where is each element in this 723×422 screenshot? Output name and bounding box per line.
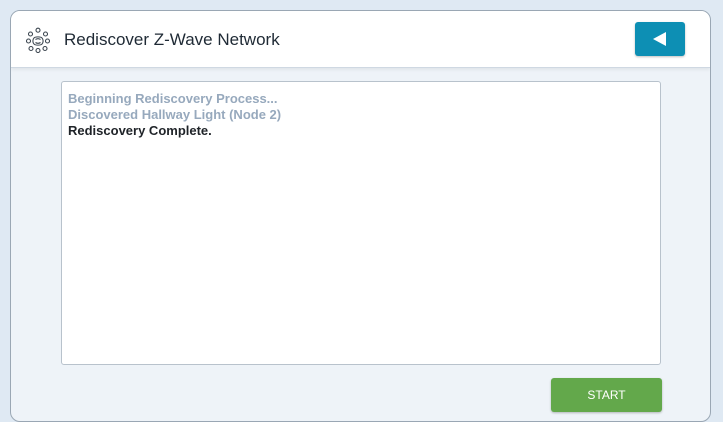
back-arrow-icon [653, 32, 666, 46]
log-line: Rediscovery Complete. [68, 123, 212, 138]
back-button[interactable] [635, 22, 685, 56]
page-title: Rediscover Z-Wave Network [64, 30, 280, 49]
start-button[interactable]: START [551, 378, 662, 412]
log-line: Beginning Rediscovery Process... [68, 91, 278, 106]
log-line: Discovered Hallway Light (Node 2) [68, 107, 282, 122]
network-nodes-icon [25, 27, 51, 54]
rediscovery-log[interactable]: Beginning Rediscovery Process... Discove… [61, 81, 661, 365]
dialog-header: Rediscover Z-Wave Network [11, 11, 710, 68]
rediscover-dialog: Rediscover Z-Wave Network Beginning Redi… [10, 10, 711, 422]
